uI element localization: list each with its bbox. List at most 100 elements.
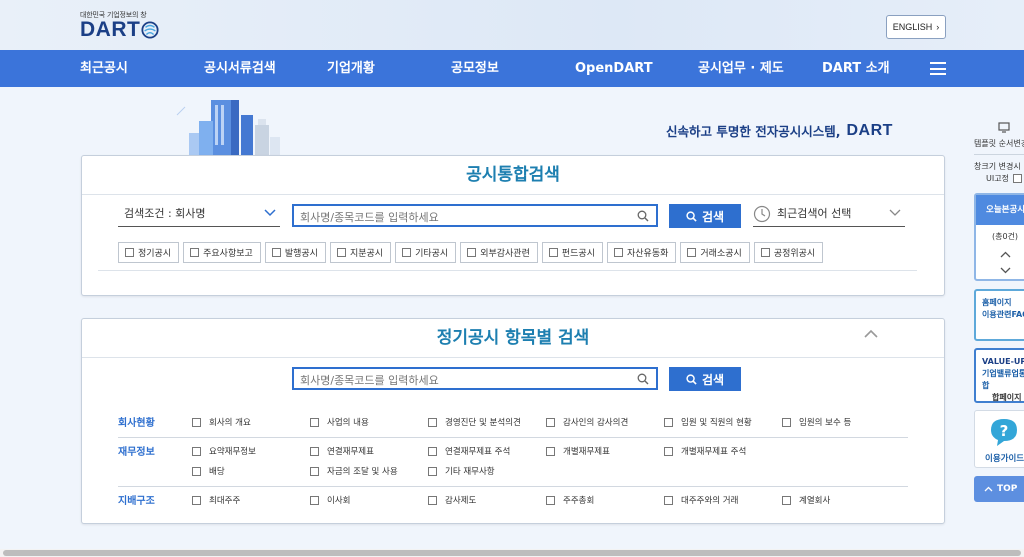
filter-issuance[interactable]: 발행공시 <box>264 242 326 263</box>
search-icon[interactable] <box>637 373 649 385</box>
filter-equity[interactable]: 지분공시 <box>329 242 392 263</box>
option-separate-fs-notes[interactable]: 개별재무제표 주석 <box>664 445 746 457</box>
checkbox[interactable] <box>687 248 697 257</box>
chevron-down-icon[interactable] <box>1000 267 1011 274</box>
menu-icon[interactable] <box>930 62 946 75</box>
option-executives-staff[interactable]: 임원 및 직원의 현황 <box>664 416 752 428</box>
ui-fix-label: UI고정 <box>986 174 1009 183</box>
ui-fix-checkbox[interactable] <box>1012 174 1022 183</box>
option-summary-financials[interactable]: 요약재무정보 <box>192 445 256 457</box>
search-condition-label: 검색조건 : 회사명 <box>124 207 206 220</box>
filter-ftc[interactable]: 공정위공시 <box>753 242 824 263</box>
search-button-label: 검색 <box>701 209 725 224</box>
slogan-brand: DART <box>846 121 893 139</box>
question-icon: ? <box>991 419 1017 446</box>
option-executive-pay[interactable]: 임원의 보수 등 <box>782 416 851 428</box>
chevron-right-icon: › <box>936 22 940 32</box>
option-fund-raising[interactable]: 자금의 조달 및 사용 <box>310 465 398 477</box>
divider <box>118 486 908 487</box>
filter-fund[interactable]: 펀드공시 <box>541 242 603 263</box>
search-condition-select[interactable]: 검색조건 : 회사명 <box>118 203 280 227</box>
top-bar: 대한민국 기업정보의 창 DART ENGLISH › <box>0 0 1024 50</box>
option-consolidated-fs[interactable]: 연결재무제표 <box>310 445 374 457</box>
scroll-top-button[interactable]: TOP <box>974 476 1024 502</box>
nav-item-disclosure-system[interactable]: 공시업무 · 제도 <box>698 50 784 87</box>
option-affiliates[interactable]: 계열회사 <box>782 494 830 506</box>
option-management-analysis[interactable]: 경영진단 및 분석의견 <box>428 416 521 428</box>
item-search-input[interactable] <box>294 371 656 390</box>
option-dividend[interactable]: 배당 <box>192 465 225 477</box>
checkbox[interactable] <box>760 248 770 257</box>
nav-item-about-dart[interactable]: DART 소개 <box>822 50 890 87</box>
today-viewed-label[interactable]: 오늘본공시 <box>976 195 1024 225</box>
template-order-label[interactable]: 템플릿 순서변경 <box>974 138 1024 149</box>
dart-logo[interactable]: 대한민국 기업정보의 창 DART <box>80 10 159 40</box>
checkbox[interactable] <box>190 248 200 257</box>
main-nav: 최근공시 공시서류검색 기업개황 공모정보 OpenDART 공시업무 · 제도… <box>0 50 1024 87</box>
checkbox[interactable] <box>271 248 281 257</box>
filter-securitization[interactable]: 자산유동화 <box>607 242 677 263</box>
nav-item-company-overview[interactable]: 기업개황 <box>327 50 375 87</box>
svg-text:?: ? <box>1000 422 1009 440</box>
option-major-shareholder-transactions[interactable]: 대주주와의 거래 <box>664 494 738 506</box>
chevron-up-icon[interactable] <box>1000 251 1011 258</box>
value-up-line3: 합페이지 <box>992 393 1022 402</box>
today-viewed-count: (총0건) <box>992 232 1019 241</box>
faq-line1: 홈페이지 <box>982 298 1012 307</box>
english-button[interactable]: ENGLISH › <box>886 15 946 39</box>
checkbox[interactable] <box>614 248 623 257</box>
chevron-down-icon <box>889 209 901 216</box>
chevron-up-icon[interactable] <box>864 329 878 338</box>
checkbox[interactable] <box>336 248 346 257</box>
value-up-card[interactable]: VALUE-UP 기업밸류업통합 합페이지 <box>974 348 1024 403</box>
faq-card[interactable]: 홈페이지 이용관련FAQ <box>974 289 1024 341</box>
option-auditor-opinion[interactable]: 감사인의 감사의견 <box>546 416 628 428</box>
logo-text: DART <box>80 18 141 41</box>
checkbox[interactable] <box>467 248 477 257</box>
option-board[interactable]: 이사회 <box>310 494 350 506</box>
integrated-search-input[interactable] <box>294 208 656 227</box>
checkbox[interactable] <box>548 248 558 257</box>
item-search-panel: 정기공시 항목별 검색 검색 회사현황 회사의 개요 사업의 내용 경영진단 및… <box>81 318 945 524</box>
filter-major-report[interactable]: 주요사항보고 <box>183 242 261 263</box>
nav-item-opendart[interactable]: OpenDART <box>575 50 653 87</box>
scrollbar-thumb[interactable] <box>3 550 1021 556</box>
divider <box>98 270 917 271</box>
filter-other[interactable]: 기타공시 <box>395 242 457 263</box>
slogan-text: 신속하고 투명한 전자공시시스템, <box>666 124 841 139</box>
option-largest-shareholder[interactable]: 최대주주 <box>192 494 240 506</box>
disclosure-type-filters: 정기공시 주요사항보고 발행공시 지분공시 기타공시 외부감사관련 펀드공시 자… <box>118 242 824 263</box>
horizontal-scrollbar[interactable] <box>0 549 1024 557</box>
value-up-line2: 기업밸류업통합 <box>982 369 1024 390</box>
option-consolidated-fs-notes[interactable]: 연결재무제표 주석 <box>428 445 510 457</box>
search-icon <box>686 373 697 385</box>
category-financial-info: 재무정보 <box>118 447 155 458</box>
checkbox[interactable] <box>125 248 134 257</box>
user-guide-card[interactable]: ? 이용가이드 <box>974 410 1024 468</box>
english-label: ENGLISH <box>892 22 933 32</box>
nav-item-recent[interactable]: 최근공시 <box>80 50 128 87</box>
option-business[interactable]: 사업의 내용 <box>310 416 369 428</box>
option-audit-system[interactable]: 감사제도 <box>428 494 476 506</box>
nav-item-offering-info[interactable]: 공모정보 <box>451 50 499 87</box>
option-company-overview[interactable]: 회사의 개요 <box>192 416 251 428</box>
today-viewed-card: 오늘본공시 (총0건) <box>974 193 1024 281</box>
integrated-search-panel: 공시통합검색 검색조건 : 회사명 검색 최근검색어 선택 정기공시 주요사항보… <box>81 155 945 296</box>
integrated-search-button[interactable]: 검색 <box>669 204 741 228</box>
integrated-search-box <box>292 204 658 227</box>
checkbox[interactable] <box>402 248 412 257</box>
window-resize-label: 창크기 변경시 <box>974 162 1021 171</box>
search-icon[interactable] <box>637 210 649 222</box>
filter-periodic[interactable]: 정기공시 <box>118 242 180 263</box>
recent-search-select[interactable]: 최근검색어 선택 <box>753 203 905 227</box>
ui-fix-toggle[interactable]: UI고정 <box>986 173 1022 184</box>
filter-exchange[interactable]: 거래소공시 <box>680 242 750 263</box>
option-shareholders-meeting[interactable]: 주주총회 <box>546 494 594 506</box>
item-search-button[interactable]: 검색 <box>669 367 741 391</box>
filter-external-audit[interactable]: 외부감사관련 <box>460 242 538 263</box>
option-other-financial[interactable]: 기타 재무사항 <box>428 465 495 477</box>
logo-globe-icon <box>141 21 159 39</box>
nav-item-document-search[interactable]: 공시서류검색 <box>204 50 276 87</box>
option-separate-fs[interactable]: 개별재무제표 <box>546 445 610 457</box>
city-illustration-icon <box>176 100 280 157</box>
